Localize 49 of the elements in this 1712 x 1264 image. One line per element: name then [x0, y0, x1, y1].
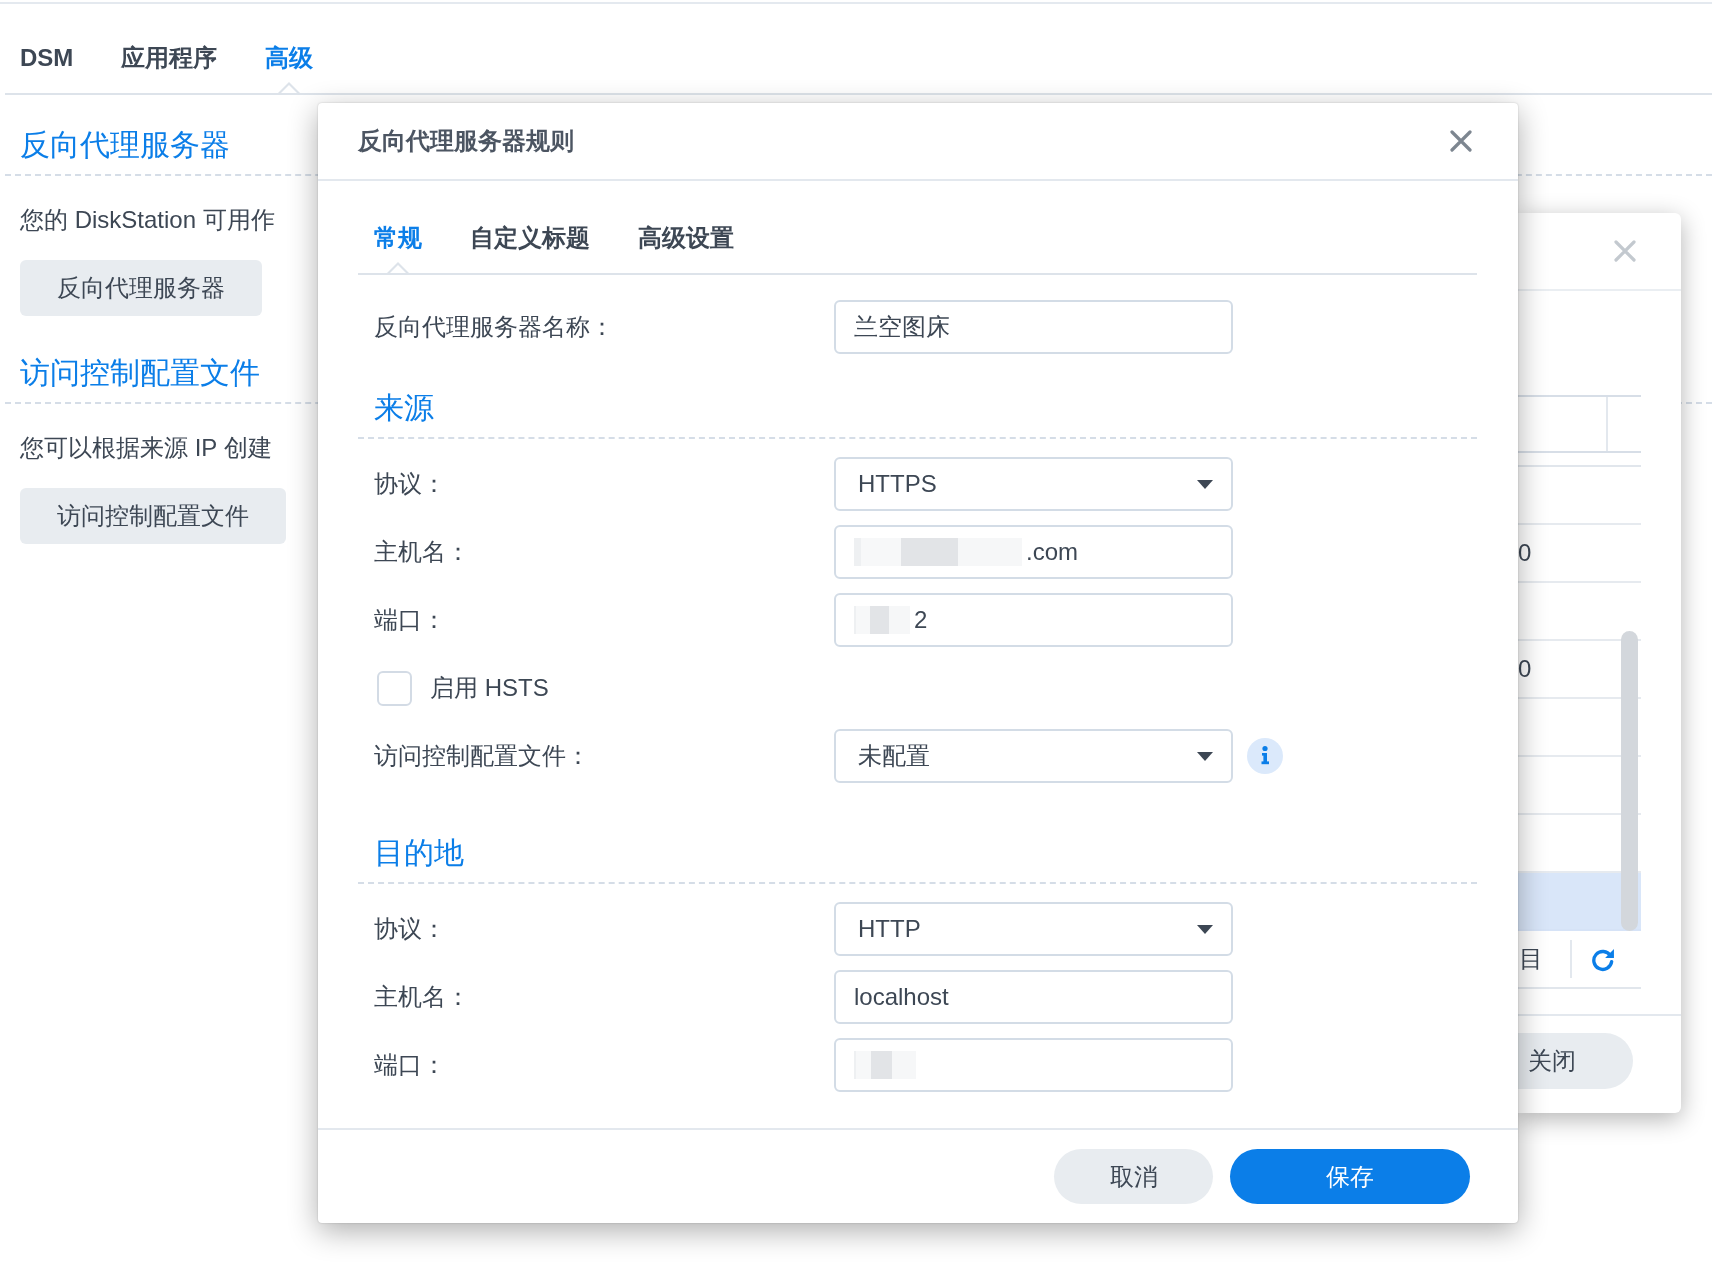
- close-button[interactable]: 关闭: [1518, 1033, 1633, 1089]
- field-label: 端口：: [374, 1050, 446, 1080]
- close-icon[interactable]: [1614, 240, 1636, 262]
- field-label: 协议：: [374, 914, 446, 944]
- caret-icon: [1197, 751, 1213, 761]
- dialog-title: 反向代理服务器规则: [358, 126, 574, 156]
- section-description: 您可以根据来源 IP 创建: [20, 433, 272, 463]
- close-icon[interactable]: [1450, 130, 1472, 152]
- section-heading: 反向代理服务器: [20, 128, 230, 162]
- checkbox-label[interactable]: 启用 HSTS: [430, 673, 549, 703]
- dropdown-field[interactable]: 未配置: [834, 729, 1233, 783]
- nav-tab[interactable]: 应用程序: [121, 43, 218, 93]
- checkbox[interactable]: [377, 670, 412, 706]
- dropdown-field[interactable]: HTTPS: [834, 457, 1233, 511]
- input-field[interactable]: [834, 1038, 1233, 1092]
- field-label: 端口：: [374, 605, 446, 635]
- section-heading: 来源: [374, 391, 434, 425]
- field-label: 主机名：: [374, 982, 470, 1012]
- section-heading: 访问控制配置文件: [20, 356, 260, 390]
- table-row[interactable]: [1518, 467, 1641, 525]
- field-label: 反向代理服务器名称：: [374, 312, 614, 342]
- field-label: 协议：: [374, 469, 446, 499]
- cancel-button[interactable]: 取消: [1054, 1149, 1213, 1204]
- table-row[interactable]: 0: [1518, 525, 1641, 583]
- table-row[interactable]: [1518, 583, 1641, 641]
- input-field[interactable]: 2: [834, 593, 1233, 647]
- save-button[interactable]: 保存: [1230, 1149, 1470, 1204]
- input-field[interactable]: 兰空图床: [834, 300, 1233, 354]
- field-label: 主机名：: [374, 537, 470, 567]
- info-icon[interactable]: [1247, 738, 1283, 774]
- section-button[interactable]: 访问控制配置文件: [20, 488, 286, 544]
- table-cell: 0: [1518, 654, 1532, 684]
- dialog-tab[interactable]: 自定义标题: [470, 223, 590, 273]
- dialog-tab[interactable]: 高级设置: [638, 223, 734, 273]
- input-field[interactable]: .com: [834, 525, 1233, 579]
- field-label: 访问控制配置文件：: [374, 741, 590, 771]
- nav-tab[interactable]: DSM: [20, 43, 74, 93]
- caret-icon: [1197, 924, 1213, 934]
- dropdown-field[interactable]: HTTP: [834, 902, 1233, 956]
- input-field[interactable]: localhost: [834, 970, 1233, 1024]
- scrollbar-thumb[interactable]: [1621, 631, 1638, 931]
- section-description: 您的 DiskStation 可用作: [20, 205, 275, 235]
- caret-icon: [1197, 479, 1213, 489]
- nav-tab[interactable]: 高级: [265, 43, 314, 93]
- table-cell: 0: [1518, 538, 1532, 568]
- section-heading: 目的地: [374, 836, 464, 870]
- section-button[interactable]: 反向代理服务器: [20, 260, 262, 316]
- status-text: 目: [1519, 944, 1543, 974]
- dialog-tab[interactable]: 常规: [374, 223, 422, 273]
